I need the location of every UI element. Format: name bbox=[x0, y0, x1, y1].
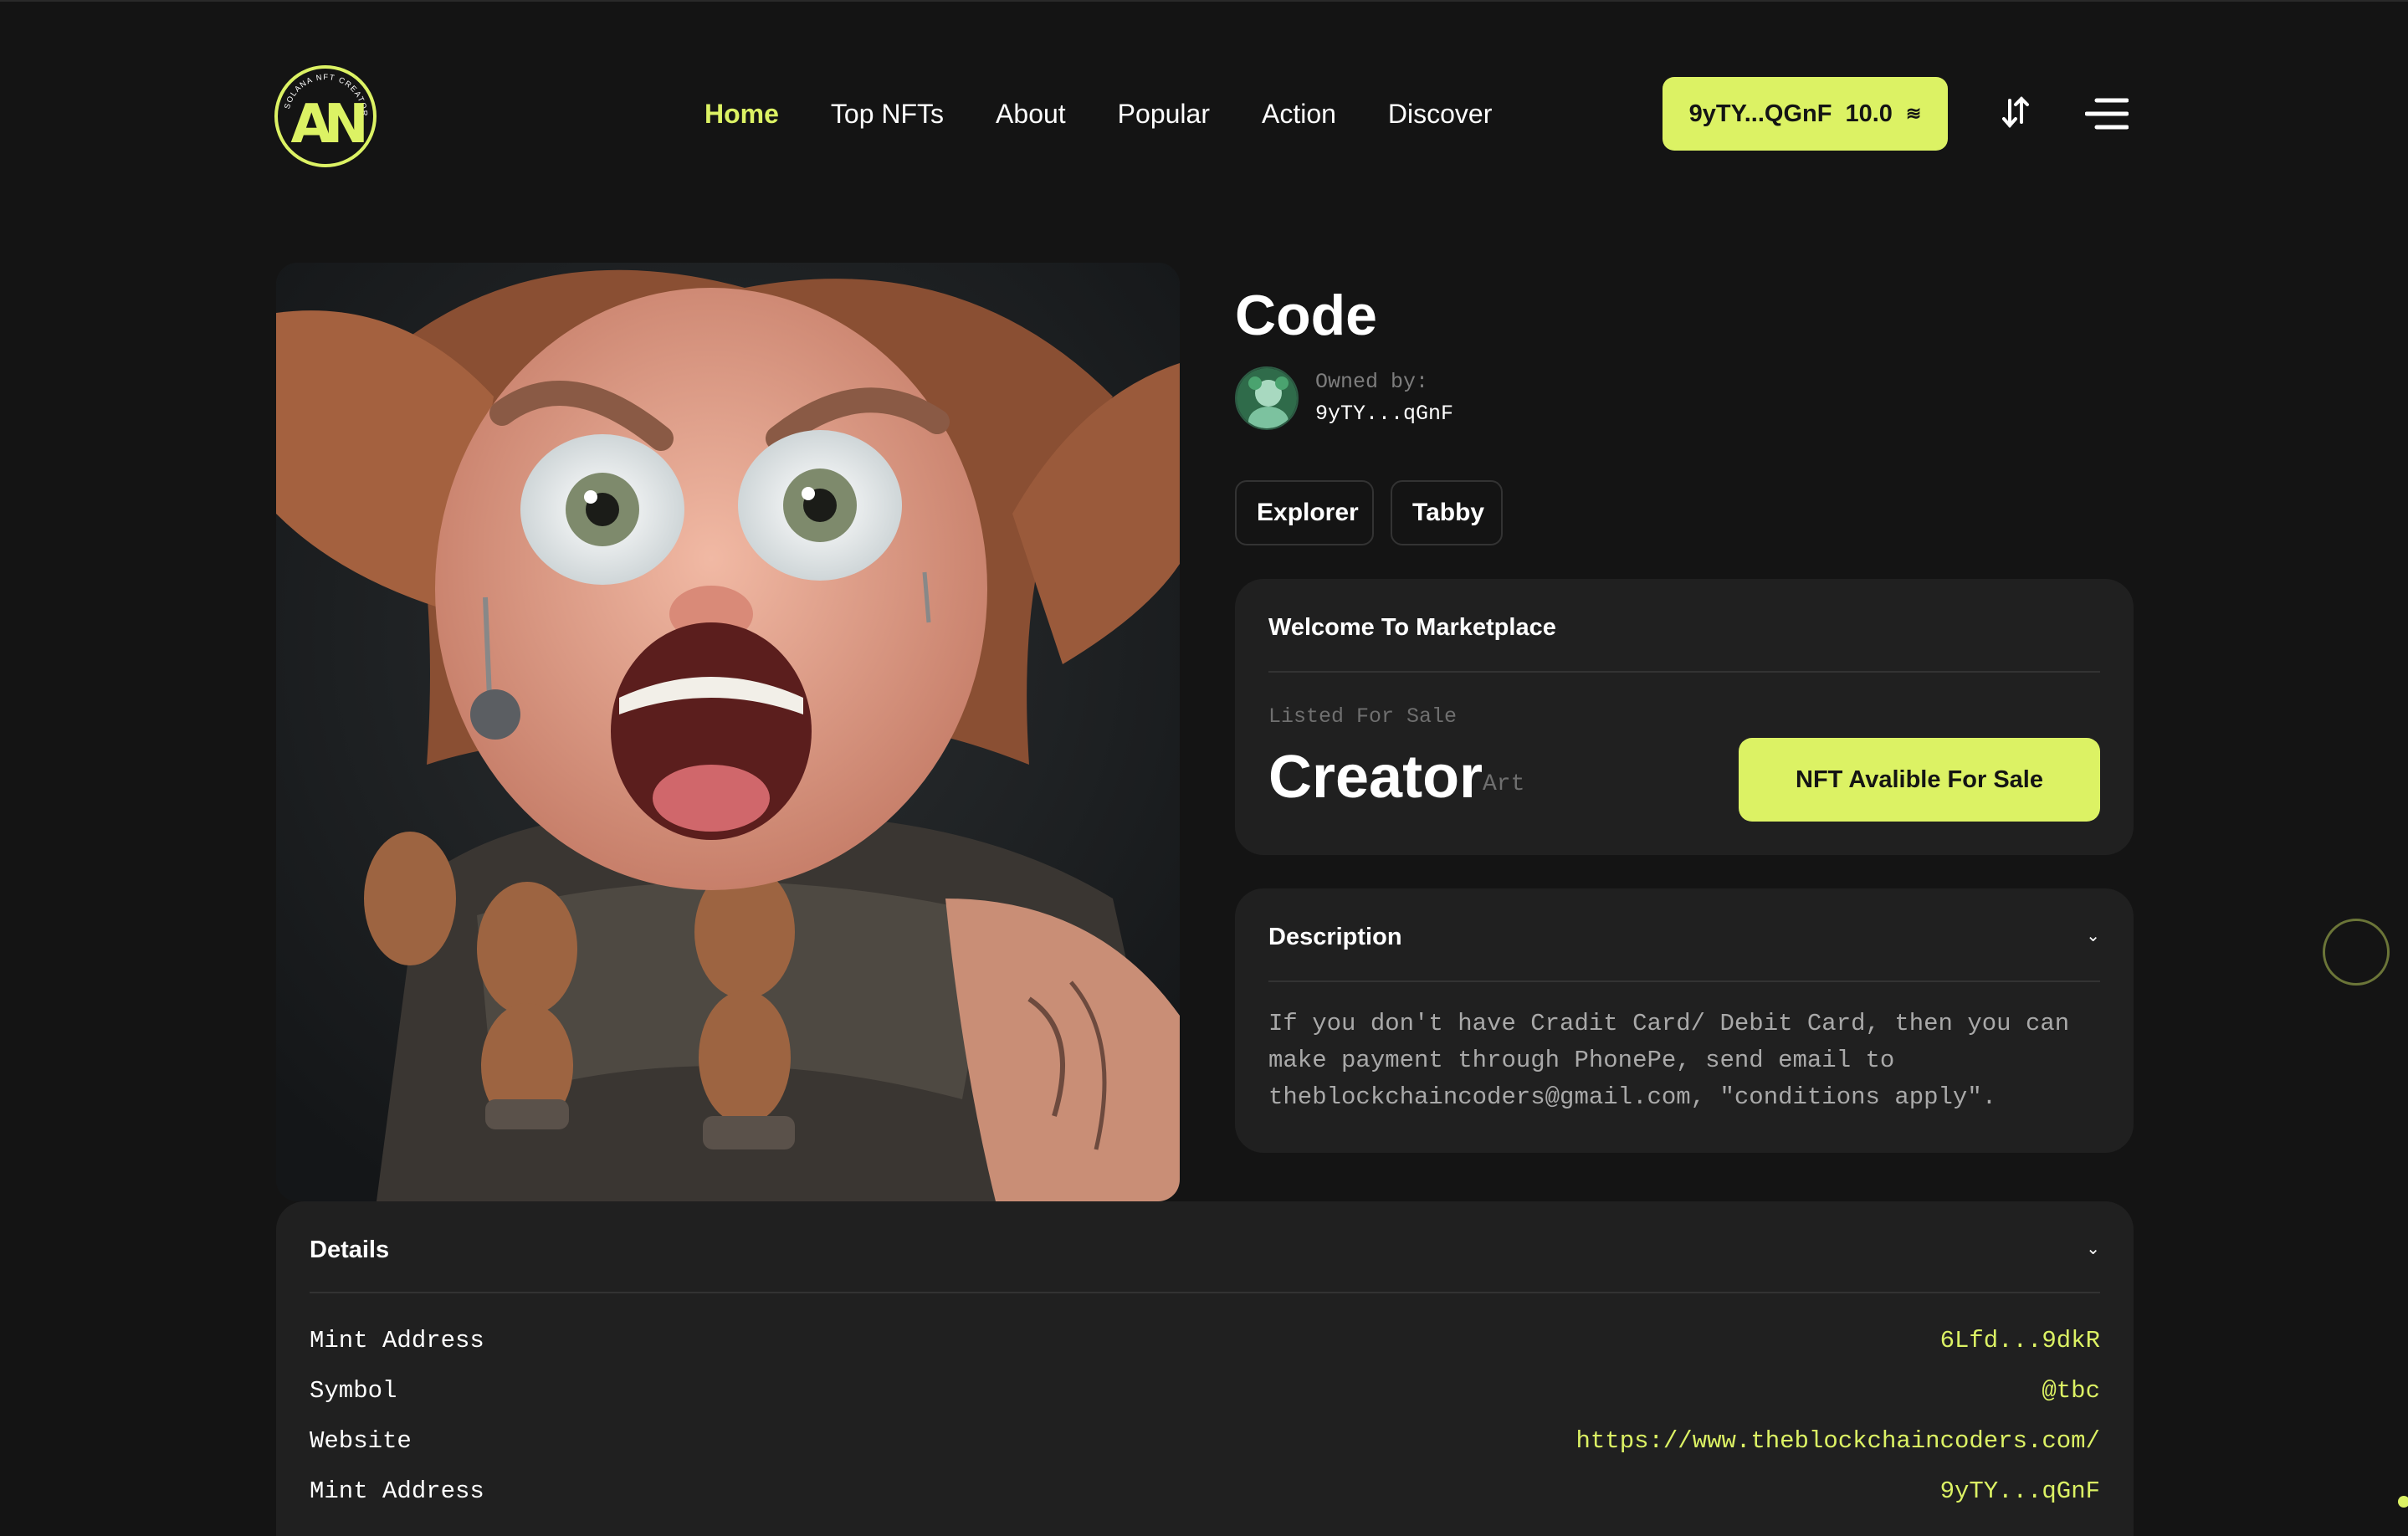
detail-row: Mint Address 6Lfd...9dkR bbox=[310, 1327, 2100, 1377]
details-card: Details ⌄ Mint Address 6Lfd...9dkR Symbo… bbox=[276, 1201, 2134, 1536]
detail-value[interactable]: @tbc bbox=[2042, 1377, 2100, 1405]
nav-action[interactable]: Action bbox=[1262, 99, 1336, 130]
divider bbox=[310, 1292, 2100, 1293]
nav-discover[interactable]: Discover bbox=[1388, 99, 1492, 130]
nav-home[interactable]: Home bbox=[704, 99, 779, 130]
owned-by-label: Owned by: bbox=[1315, 370, 1429, 394]
scroll-to-top-button[interactable] bbox=[2323, 919, 2390, 986]
description-heading[interactable]: Description bbox=[1268, 924, 1402, 951]
top-border bbox=[0, 0, 2408, 2]
wallet-address: 9yTY...QGnF bbox=[1688, 100, 1832, 127]
detail-row: Symbol @tbc bbox=[310, 1377, 2100, 1427]
description-card: Description ⌄ If you don't have Cradit C… bbox=[1235, 888, 2134, 1153]
nav-about[interactable]: About bbox=[996, 99, 1066, 130]
nft-artwork bbox=[276, 263, 1180, 1201]
avatar-image bbox=[1237, 368, 1297, 428]
wallet-button[interactable]: 9yTY...QGnF 10.0 ≋ bbox=[1663, 77, 1948, 151]
chevron-down-icon[interactable]: ⌄ bbox=[2086, 1238, 2100, 1259]
nft-image[interactable] bbox=[276, 263, 1180, 1201]
main-nav: Home Top NFTs About Popular Action Disco… bbox=[704, 99, 1544, 130]
nav-popular[interactable]: Popular bbox=[1118, 99, 1210, 130]
divider bbox=[1268, 980, 2100, 982]
wallet-balance: 10.0 bbox=[1845, 100, 1893, 127]
detail-label: Mint Address bbox=[310, 1327, 484, 1354]
detail-row: Mint Address 9yTY...qGnF bbox=[310, 1477, 2100, 1528]
detail-value[interactable]: 9yTY...qGnF bbox=[1940, 1477, 2100, 1505]
nav-top-nfts[interactable]: Top NFTs bbox=[831, 99, 944, 130]
detail-label: Website bbox=[310, 1427, 412, 1455]
detail-row: Website https://www.theblockchaincoders.… bbox=[310, 1427, 2100, 1477]
divider bbox=[1268, 671, 2100, 673]
creator-name: Creator bbox=[1268, 744, 1483, 811]
owner-address[interactable]: 9yTY...qGnF bbox=[1315, 402, 1453, 426]
solana-icon: ≋ bbox=[1905, 103, 1922, 124]
menu-icon[interactable] bbox=[2085, 97, 2129, 131]
marketplace-card: Welcome To Marketplace Listed For Sale C… bbox=[1235, 579, 2134, 855]
marketplace-heading: Welcome To Marketplace bbox=[1268, 614, 1556, 641]
nft-title: Code bbox=[1235, 284, 1377, 347]
detail-label: Mint Address bbox=[310, 1477, 484, 1505]
details-heading[interactable]: Details bbox=[310, 1236, 389, 1264]
owner-avatar[interactable] bbox=[1235, 366, 1299, 430]
site-logo[interactable]: SOLANA NFT CREATOR AN bbox=[274, 65, 377, 167]
detail-value[interactable]: https://www.theblockchaincoders.com/ bbox=[1575, 1427, 2100, 1455]
nft-for-sale-button[interactable]: NFT Avalible For Sale bbox=[1739, 738, 2100, 822]
sort-icon[interactable] bbox=[2001, 94, 2030, 131]
detail-value[interactable]: 6Lfd...9dkR bbox=[1940, 1327, 2100, 1354]
logo-mark: AN bbox=[290, 94, 368, 156]
explorer-button[interactable]: Explorer bbox=[1235, 480, 1374, 545]
listed-label: Listed For Sale bbox=[1268, 704, 1458, 729]
tabby-button[interactable]: Tabby bbox=[1391, 480, 1503, 545]
description-text: If you don't have Cradit Card/ Debit Car… bbox=[1268, 1010, 2070, 1111]
chevron-down-icon[interactable]: ⌄ bbox=[2086, 925, 2100, 946]
detail-label: Symbol bbox=[310, 1377, 397, 1405]
creator-subtitle: Art bbox=[1483, 771, 1525, 797]
